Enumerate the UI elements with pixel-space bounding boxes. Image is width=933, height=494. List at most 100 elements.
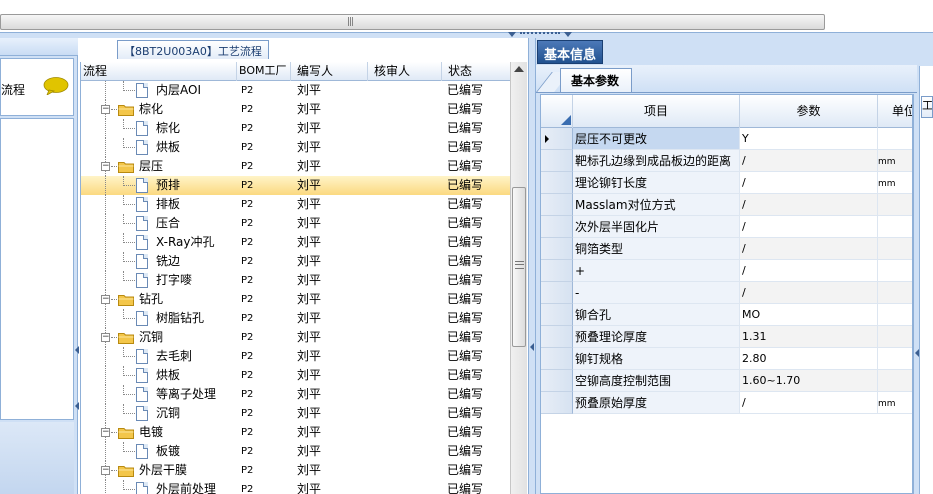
left-splitter[interactable] (75, 338, 79, 458)
param-row[interactable]: 靶标孔边缘到成品板边的距离 / mm (541, 150, 912, 172)
param-unit-cell[interactable] (878, 282, 912, 304)
param-unit-cell[interactable] (878, 260, 912, 282)
param-grid[interactable]: 项目 参数 单位 层压不可更改Y靶标孔边缘到成品板边的距离/mm理论铆钉长度/m… (540, 94, 913, 494)
tree-row[interactable]: 树脂钻孔 P2 刘平 已编写 (81, 309, 510, 328)
param-unit-cell[interactable] (878, 238, 912, 260)
param-unit-cell[interactable] (878, 304, 912, 326)
tree-row[interactable]: 棕化 P2 刘平 已编写 (81, 119, 510, 138)
param-row[interactable]: - / (541, 282, 912, 304)
speech-bubble-icon[interactable] (43, 77, 69, 95)
param-row[interactable]: 理论铆钉长度 / mm (541, 172, 912, 194)
row-indicator[interactable] (541, 128, 573, 150)
row-indicator[interactable] (541, 392, 573, 414)
param-item-cell[interactable]: 铆钉规格 (573, 348, 740, 370)
param-unit-cell[interactable]: mm (878, 150, 912, 172)
param-item-cell[interactable]: 预叠理论厚度 (573, 326, 740, 348)
column-header-status[interactable]: 状态 (442, 62, 510, 81)
row-header-corner[interactable] (541, 95, 573, 128)
param-value-cell[interactable]: / (740, 282, 878, 304)
tree-row[interactable]: 打字嘜 P2 刘平 已编写 (81, 271, 510, 290)
scroll-thumb[interactable] (512, 187, 526, 347)
column-header-flow[interactable]: 流程 (81, 62, 237, 81)
column-header-param[interactable]: 参数 (740, 95, 878, 128)
row-indicator[interactable] (541, 216, 573, 238)
column-header-item[interactable]: 项目 (573, 95, 740, 128)
param-value-cell[interactable]: / (740, 194, 878, 216)
param-item-cell[interactable]: 靶标孔边缘到成品板边的距离 (573, 150, 740, 172)
param-value-cell[interactable]: / (740, 172, 878, 194)
collapse-node-icon[interactable]: − (101, 295, 110, 304)
param-value-cell[interactable]: / (740, 238, 878, 260)
collapse-node-icon[interactable]: − (101, 466, 110, 475)
param-item-cell[interactable]: 空铆高度控制范围 (573, 370, 740, 392)
param-value-cell[interactable]: / (740, 150, 878, 172)
collapse-node-icon[interactable]: − (101, 333, 110, 342)
param-item-cell[interactable]: - (573, 282, 740, 304)
param-value-cell[interactable]: 1.60~1.70 (740, 370, 878, 392)
param-item-cell[interactable]: 铆合孔 (573, 304, 740, 326)
collapse-left-icon[interactable] (75, 402, 79, 410)
row-indicator[interactable] (541, 172, 573, 194)
tree-row[interactable]: 沉铜 P2 刘平 已编写 (81, 404, 510, 423)
param-unit-cell[interactable] (878, 128, 912, 150)
column-header-reviewer[interactable]: 核审人 (368, 62, 442, 81)
column-header-bom[interactable]: BOM工厂 (237, 62, 291, 81)
collapse-node-icon[interactable]: − (101, 428, 110, 437)
collapse-left-icon[interactable] (75, 346, 79, 354)
row-indicator[interactable] (541, 194, 573, 216)
column-header-author[interactable]: 编写人 (291, 62, 368, 81)
param-item-cell[interactable]: Masslam对位方式 (573, 194, 740, 216)
param-value-cell[interactable]: / (740, 216, 878, 238)
tree-row[interactable]: − 沉铜 P2 刘平 已编写 (81, 328, 510, 347)
param-unit-cell[interactable] (878, 326, 912, 348)
tab-basic-params[interactable]: 基本参数 (560, 68, 633, 92)
tree-row[interactable]: 预排 P2 刘平 已编写 (81, 176, 510, 195)
tree-row[interactable]: 压合 P2 刘平 已编写 (81, 214, 510, 233)
tree-row[interactable]: 内层AOI P2 刘平 已编写 (81, 81, 510, 100)
param-value-cell[interactable]: 1.31 (740, 326, 878, 348)
process-flow-tab[interactable]: 【8BT2U003A0】工艺流程 (117, 40, 269, 59)
param-value-cell[interactable]: Y (740, 128, 878, 150)
scroll-grip-icon[interactable]: ||| (347, 17, 357, 27)
collapse-arrow-icon[interactable] (508, 32, 516, 37)
param-unit-cell[interactable] (878, 194, 912, 216)
row-indicator[interactable] (541, 348, 573, 370)
tree-row[interactable]: 烘板 P2 刘平 已编写 (81, 366, 510, 385)
param-value-cell[interactable]: / (740, 260, 878, 282)
tree-row[interactable]: 等离子处理 P2 刘平 已编写 (81, 385, 510, 404)
tree-row[interactable]: − 外层干膜 P2 刘平 已编写 (81, 461, 510, 480)
collapse-left-icon[interactable] (530, 343, 534, 351)
param-value-cell[interactable]: 2.80 (740, 348, 878, 370)
param-item-cell[interactable]: 预叠原始厚度 (573, 392, 740, 414)
collapse-arrow-icon[interactable] (564, 32, 572, 37)
row-indicator[interactable] (541, 260, 573, 282)
param-unit-cell[interactable] (878, 370, 912, 392)
tree-row[interactable]: 板镀 P2 刘平 已编写 (81, 442, 510, 461)
edge-tab[interactable]: 工 (921, 96, 933, 118)
param-unit-cell[interactable]: mm (878, 392, 912, 414)
param-row[interactable]: 层压不可更改 Y (541, 128, 912, 150)
param-row[interactable]: 预叠理论厚度 1.31 (541, 326, 912, 348)
param-item-cell[interactable]: + (573, 260, 740, 282)
param-row[interactable]: 铜箔类型 / (541, 238, 912, 260)
tree-row[interactable]: − 棕化 P2 刘平 已编写 (81, 100, 510, 119)
tree-row[interactable]: 铣边 P2 刘平 已编写 (81, 252, 510, 271)
param-row[interactable]: 铆合孔 MO (541, 304, 912, 326)
flow-box[interactable]: 流程 (0, 58, 74, 116)
scroll-up-arrow-icon[interactable] (514, 66, 524, 72)
tree-row[interactable]: − 钻孔 P2 刘平 已编写 (81, 290, 510, 309)
process-tree-grid[interactable]: 流程 BOM工厂 编写人 核审人 状态 内层AOI P2 刘平 已编写 − 棕化 P2 刘平已… (80, 62, 510, 494)
row-indicator[interactable] (541, 282, 573, 304)
param-item-cell[interactable]: 层压不可更改 (573, 128, 740, 150)
tab-basic-info[interactable]: 基本信息 (537, 40, 604, 64)
param-item-cell[interactable]: 理论铆钉长度 (573, 172, 740, 194)
param-row[interactable]: + / (541, 260, 912, 282)
param-item-cell[interactable]: 次外层半固化片 (573, 216, 740, 238)
param-row[interactable]: 铆钉规格 2.80 (541, 348, 912, 370)
collapse-node-icon[interactable]: − (101, 105, 110, 114)
middle-splitter[interactable] (528, 38, 536, 494)
splitter-grip-icon[interactable] (520, 32, 560, 36)
horizontal-scrollbar[interactable]: ||| (0, 14, 825, 30)
param-unit-cell[interactable] (878, 348, 912, 370)
tree-row[interactable]: − 电镀 P2 刘平 已编写 (81, 423, 510, 442)
